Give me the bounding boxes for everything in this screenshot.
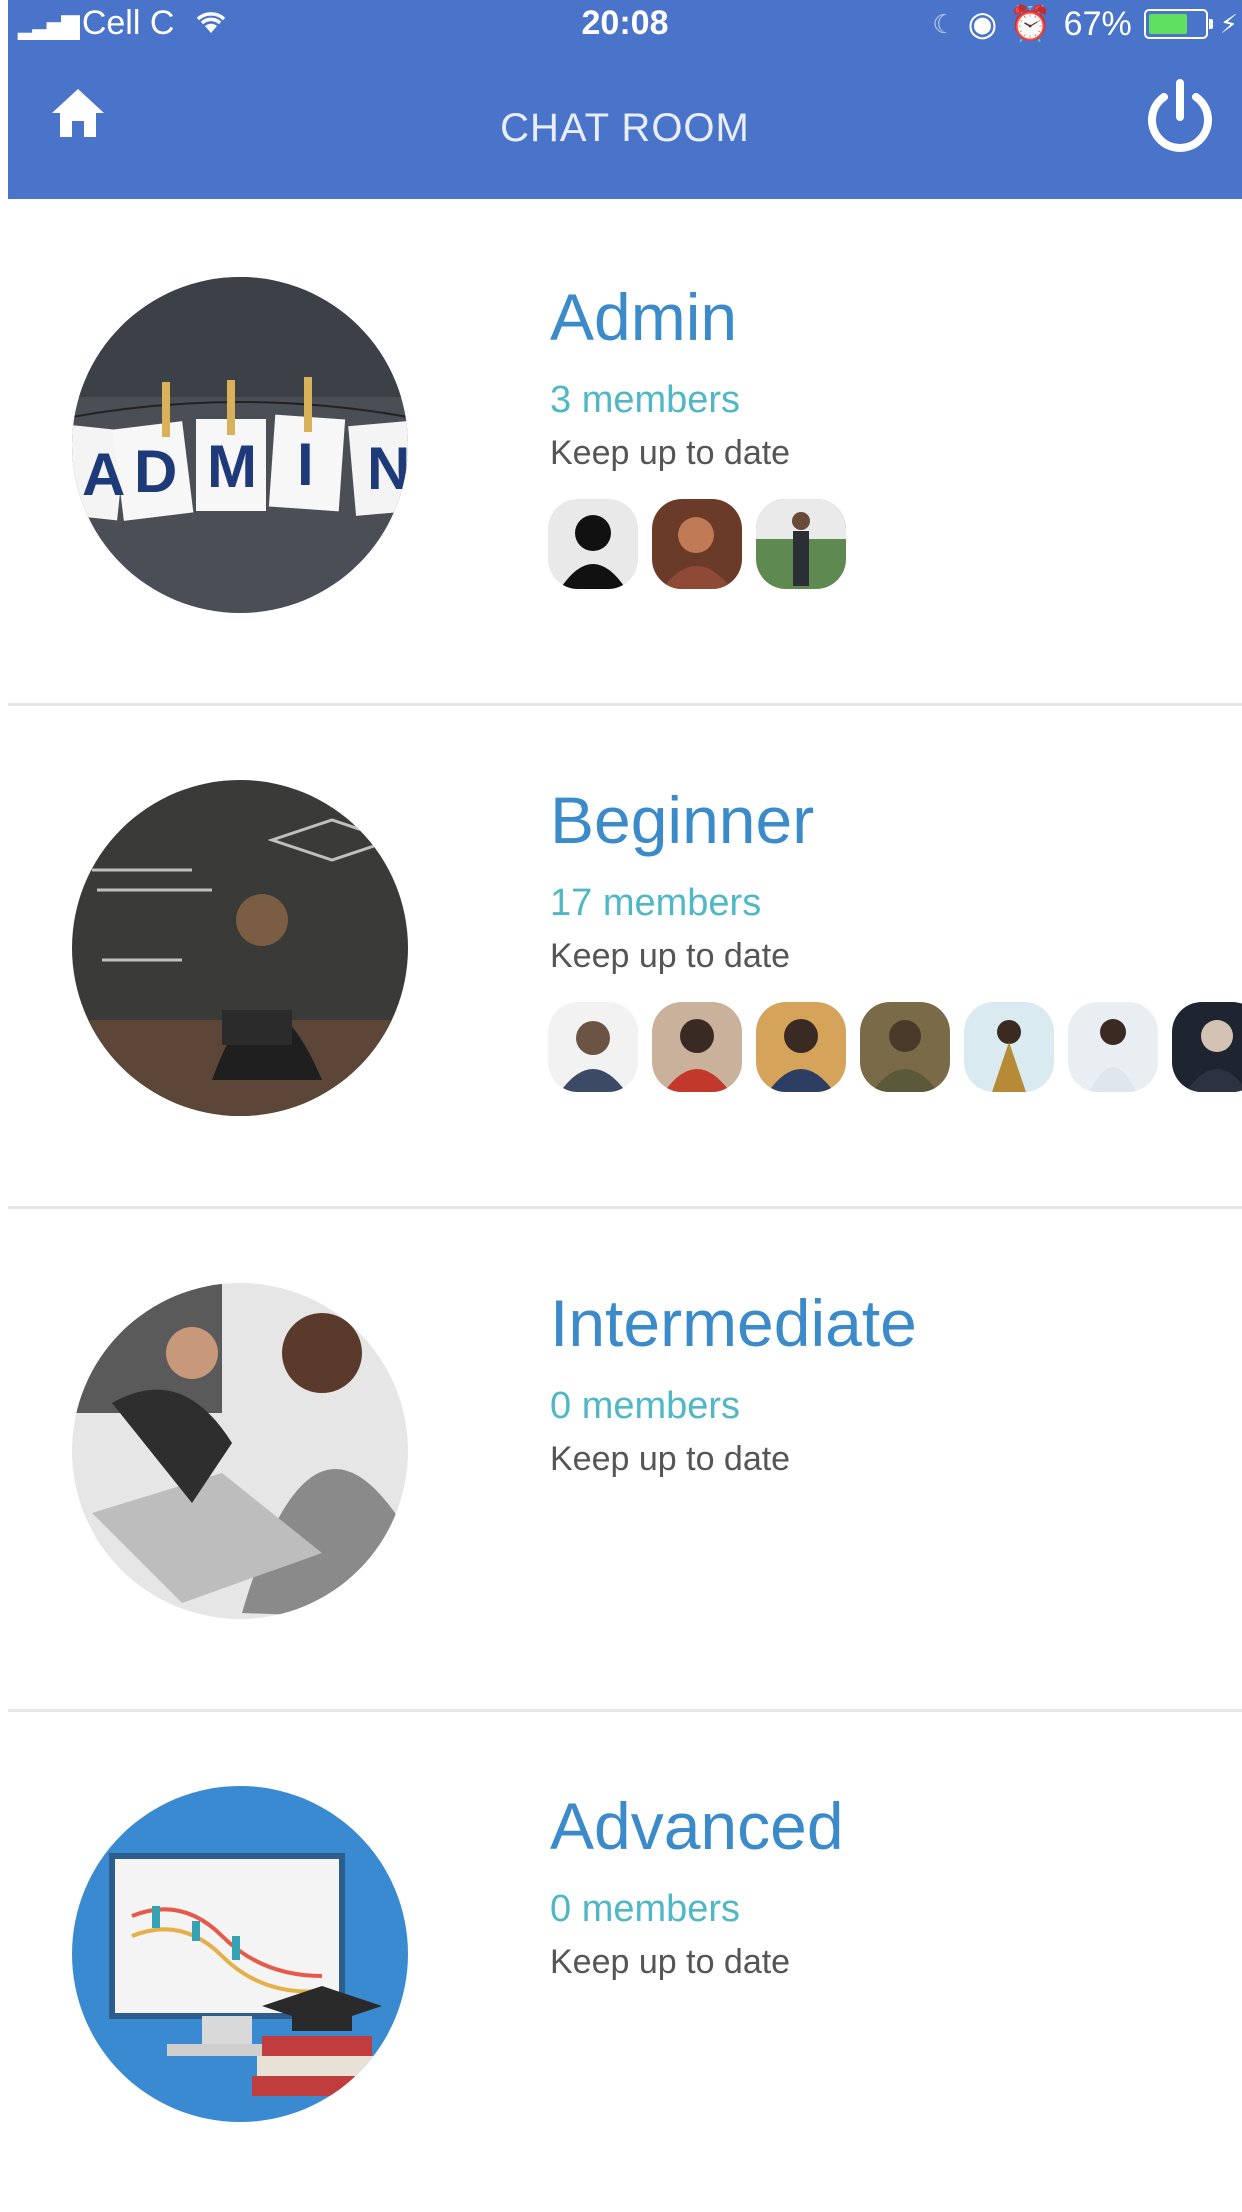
logout-button[interactable] [1138, 75, 1222, 159]
cover-letter: N [367, 435, 408, 502]
room-item-intermediate[interactable]: Intermediate 0 members Keep up to date [8, 1205, 1242, 1712]
room-name: Advanced [550, 1789, 844, 1863]
cover-letter: A [82, 441, 125, 508]
cover-letter: D [134, 438, 177, 505]
room-subtitle: Keep up to date [550, 1943, 791, 1981]
avatar[interactable] [652, 1002, 742, 1092]
status-right: ☾ ◉ ⏰ 67% ⚡ [932, 4, 1238, 44]
power-icon [1148, 79, 1212, 152]
room-cover-beginner [72, 780, 408, 1116]
alarm-icon: ⏰ [1009, 5, 1052, 43]
member-avatars [548, 499, 846, 589]
page-title: CHAT ROOM [500, 106, 750, 150]
room-name: Intermediate [550, 1286, 917, 1360]
member-count: 17 members [550, 882, 762, 924]
member-count: 3 members [550, 379, 741, 421]
room-item-admin[interactable]: A D M I N Admin 3 members Keep up to dat… [8, 199, 1242, 706]
room-name: Beginner [550, 783, 815, 857]
cover-letter: I [297, 431, 314, 498]
member-count: 0 members [550, 1888, 741, 1930]
room-cover-admin: A D M I N [72, 277, 408, 613]
app-bar: ▂▃▅▇ Cell C 20:08 ☾ ◉ ⏰ 67% ⚡ CHAT ROOM [8, 0, 1242, 199]
room-item-advanced[interactable]: Advanced 0 members Keep up to date [8, 1708, 1242, 2212]
moon-icon: ☾ [932, 8, 956, 39]
member-avatars [548, 1002, 1242, 1092]
room-cover-intermediate [72, 1283, 408, 1619]
avatar[interactable] [548, 499, 638, 589]
room-subtitle: Keep up to date [550, 937, 791, 975]
charging-icon: ⚡ [1219, 8, 1238, 39]
avatar[interactable] [756, 499, 846, 589]
avatar[interactable] [652, 499, 742, 589]
header: CHAT ROOM [8, 60, 1242, 190]
avatar[interactable] [1172, 1002, 1242, 1092]
room-item-beginner[interactable]: Beginner 17 members Keep up to date [8, 702, 1242, 1209]
member-count: 0 members [550, 1385, 741, 1427]
avatar[interactable] [860, 1002, 950, 1092]
room-cover-advanced [72, 1786, 408, 2122]
room-name: Admin [550, 280, 738, 354]
room-subtitle: Keep up to date [550, 1440, 791, 1478]
avatar[interactable] [548, 1002, 638, 1092]
avatar[interactable] [1068, 1002, 1158, 1092]
avatar[interactable] [964, 1002, 1054, 1092]
battery-percent: 67% [1063, 4, 1132, 43]
battery-icon [1143, 9, 1213, 39]
status-bar: ▂▃▅▇ Cell C 20:08 ☾ ◉ ⏰ 67% ⚡ [8, 0, 1242, 48]
lock-rotation-icon: ◉ [967, 5, 998, 43]
avatar[interactable] [756, 1002, 846, 1092]
room-subtitle: Keep up to date [550, 434, 791, 472]
cover-letter: M [207, 433, 257, 500]
